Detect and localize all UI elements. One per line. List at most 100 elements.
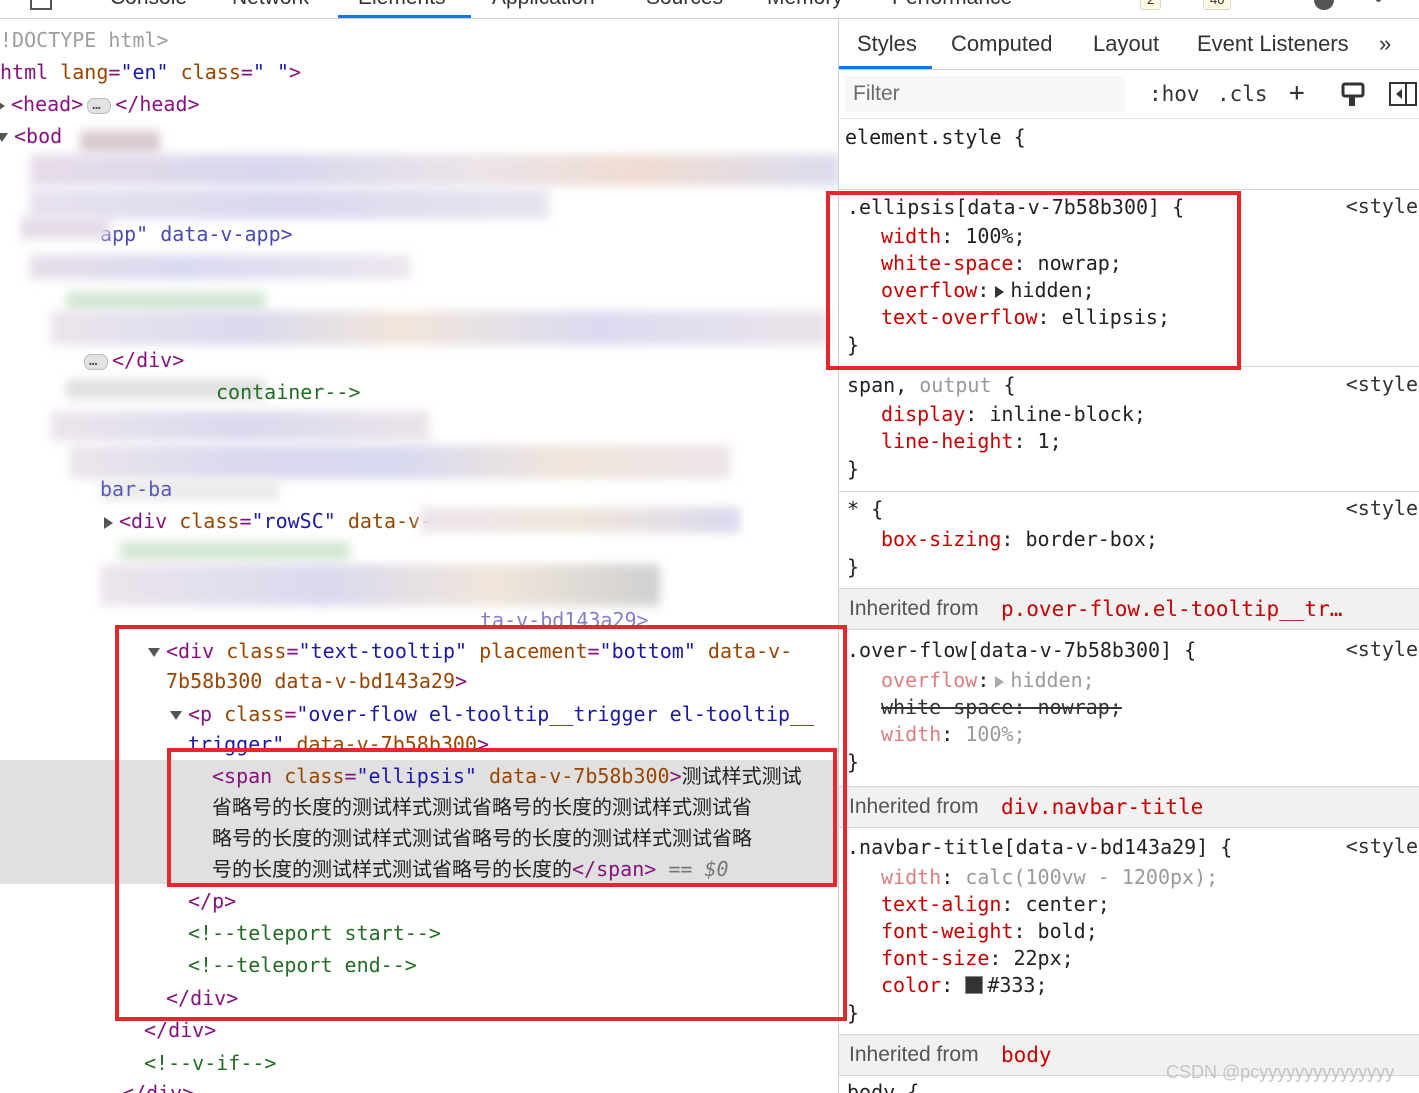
- expand-arrow-icon[interactable]: [0, 99, 5, 112]
- rule-source-link[interactable]: <style: [1346, 496, 1418, 520]
- rule-source-link[interactable]: <style: [1346, 194, 1418, 218]
- collapsed-ellipsis-icon[interactable]: [84, 349, 108, 373]
- new-style-rule-button[interactable]: +: [1289, 78, 1305, 108]
- body-node[interactable]: <bod: [0, 124, 62, 148]
- div-close-tag: </div>: [112, 348, 185, 372]
- universal-style-rule[interactable]: * { <style box-sizing: border-box; }: [839, 492, 1419, 589]
- navbar-title-style-rule[interactable]: .navbar-title[data-v-bd143a29] { <style …: [839, 828, 1419, 1035]
- over-flow-style-rule[interactable]: .over-flow[data-v-7b58b300] { <style ove…: [839, 630, 1419, 787]
- inherited-label: Inherited from: [849, 597, 979, 620]
- tab-layout[interactable]: Layout: [1093, 31, 1159, 57]
- errors-badge[interactable]: 40: [1203, 0, 1232, 10]
- tab-sources[interactable]: Sources: [646, 0, 723, 10]
- toggle-sidebar-icon[interactable]: [1389, 82, 1417, 106]
- more-options-icon[interactable]: [1376, 0, 1381, 2]
- redacted-block: [30, 154, 838, 186]
- tab-console[interactable]: Console: [110, 0, 187, 10]
- gear-icon[interactable]: [1314, 0, 1334, 10]
- tab-computed[interactable]: Computed: [951, 31, 1053, 57]
- style-declaration[interactable]: color: #333;: [881, 972, 1048, 999]
- style-declaration-overridden[interactable]: white-space: nowrap;: [881, 694, 1122, 721]
- span-text-content: 测试样式测试: [681, 766, 802, 788]
- teleport-end-comment[interactable]: <!--teleport end-->: [188, 953, 417, 977]
- color-swatch[interactable]: [965, 976, 984, 994]
- property-name: font-size: [881, 946, 990, 970]
- elements-dom-tree[interactable]: !DOCTYPE html> html lang="en" class=" ">…: [0, 19, 838, 1093]
- p-close-tag[interactable]: </p>: [188, 889, 236, 913]
- style-declaration[interactable]: overflow: hidden;: [881, 277, 1095, 304]
- collapse-arrow-icon[interactable]: [170, 711, 182, 720]
- style-declaration[interactable]: width: calc(100vw - 1200px);: [881, 864, 1218, 891]
- tab-application[interactable]: Application: [492, 0, 595, 10]
- div-close-tag[interactable]: </div>: [122, 1081, 194, 1093]
- ellipsis-style-rule[interactable]: .ellipsis[data-v-7b58b300] { <style widt…: [839, 190, 1419, 367]
- expand-shorthand-icon[interactable]: [995, 285, 1005, 298]
- rule-source-link[interactable]: <style: [1346, 834, 1418, 858]
- text-tooltip-node-cont: 7b58b300 data-v-bd143a29>: [166, 669, 467, 693]
- element-style-rule[interactable]: element.style {: [839, 119, 1419, 190]
- data-v-fragment: ta-v-bd143a29>: [480, 608, 649, 632]
- filter-input[interactable]: [845, 76, 1125, 112]
- more-tabs-chevron-icon[interactable]: »: [1379, 31, 1391, 57]
- collapsed-ellipsis-icon[interactable]: [87, 93, 112, 117]
- style-declaration[interactable]: width: 100%;: [881, 223, 1026, 250]
- property-name: overflow: [881, 278, 978, 302]
- style-declaration[interactable]: box-sizing: border-box;: [881, 526, 1158, 553]
- span-ellipsis-node[interactable]: <span class="ellipsis" data-v-7b58b300>测…: [212, 761, 832, 885]
- class-attr-name: class: [226, 639, 287, 663]
- v-if-comment[interactable]: <!--v-if-->: [144, 1051, 276, 1075]
- rowsc-node[interactable]: <div class="rowSC" data-v-: [104, 509, 432, 533]
- div-close-node[interactable]: </div>: [80, 348, 185, 373]
- paint-bucket-icon[interactable]: [1341, 82, 1365, 108]
- cls-toggle-button[interactable]: .cls: [1217, 82, 1268, 106]
- style-declaration[interactable]: font-weight: bold;: [881, 918, 1098, 945]
- rule-close-brace: }: [847, 457, 860, 481]
- style-declaration[interactable]: overflow: hidden;: [881, 667, 1095, 694]
- span-output-style-rule[interactable]: span, output { <style display: inline-bl…: [839, 367, 1419, 492]
- expand-shorthand-icon[interactable]: [995, 675, 1005, 688]
- property-name: width: [881, 722, 942, 746]
- inherited-selector-link[interactable]: div.navbar-title: [1001, 795, 1203, 819]
- hov-toggle-button[interactable]: :hov: [1149, 82, 1200, 106]
- collapse-arrow-icon[interactable]: [148, 648, 160, 657]
- doctype-node[interactable]: !DOCTYPE html>: [0, 28, 169, 52]
- style-declaration[interactable]: text-overflow: ellipsis;: [881, 304, 1170, 331]
- style-declaration[interactable]: width: 100%;: [881, 721, 1026, 748]
- styles-subtabs: Styles Computed Layout Event Listeners »: [839, 19, 1419, 70]
- collapse-arrow-icon[interactable]: [0, 133, 8, 142]
- html-node[interactable]: html lang="en" class=" ">: [0, 60, 301, 84]
- property-name: text-overflow: [881, 305, 1038, 329]
- tab-styles[interactable]: Styles: [857, 31, 917, 57]
- tab-performance[interactable]: Performance: [892, 0, 1012, 10]
- text-tooltip-node[interactable]: <div class="text-tooltip" placement="bot…: [148, 639, 792, 663]
- placement-attr-name: placement: [479, 639, 588, 663]
- tab-event-listeners[interactable]: Event Listeners: [1197, 31, 1349, 57]
- tab-elements[interactable]: Elements: [358, 0, 446, 10]
- style-declaration[interactable]: line-height: 1;: [881, 428, 1062, 455]
- rule-source-link[interactable]: <style: [1346, 637, 1418, 661]
- inherited-label: Inherited from: [849, 1043, 979, 1066]
- style-declaration[interactable]: text-align: center;: [881, 891, 1110, 918]
- inherited-selector-link[interactable]: body: [1001, 1043, 1052, 1067]
- tab-memory[interactable]: Memory: [767, 0, 843, 10]
- rule-source-link[interactable]: <style: [1346, 372, 1418, 396]
- tab-network[interactable]: Network: [232, 0, 309, 10]
- style-declaration[interactable]: font-size: 22px;: [881, 945, 1074, 972]
- redacted-block: [100, 564, 660, 606]
- property-value: center;: [1025, 892, 1110, 916]
- style-declaration[interactable]: white-space: nowrap;: [881, 250, 1122, 277]
- p-node[interactable]: <p class="over-flow el-tooltip__trigger …: [170, 702, 814, 726]
- expand-arrow-icon[interactable]: [104, 516, 113, 529]
- rule-selector: span, output {: [847, 372, 1016, 399]
- device-toggle-icon[interactable]: [30, 0, 52, 10]
- head-node[interactable]: <head> </head>: [0, 92, 200, 117]
- style-declaration[interactable]: display: inline-block;: [881, 401, 1146, 428]
- class-attr-name: class: [284, 764, 345, 788]
- div-close-tag[interactable]: </div>: [166, 986, 238, 1010]
- warnings-badge[interactable]: 2: [1140, 0, 1162, 10]
- div-close-tag[interactable]: </div>: [144, 1018, 216, 1042]
- teleport-start-comment[interactable]: <!--teleport start-->: [188, 921, 441, 945]
- property-name: color: [881, 973, 942, 997]
- inherited-selector-link[interactable]: p.over-flow.el-tooltip__tr…: [1001, 597, 1342, 621]
- property-value: bold;: [1037, 919, 1098, 943]
